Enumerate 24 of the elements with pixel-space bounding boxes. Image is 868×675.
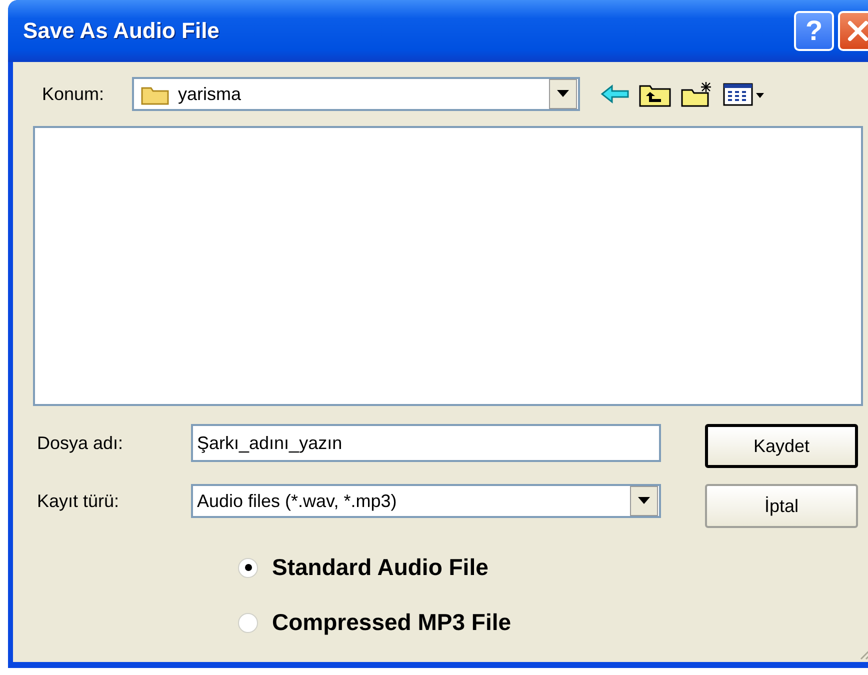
caret-icon bbox=[638, 497, 650, 505]
location-dropdown[interactable]: yarisma bbox=[132, 77, 580, 111]
radio-label[interactable]: Compressed MP3 File bbox=[272, 609, 512, 636]
view-menu-icon[interactable] bbox=[722, 81, 766, 107]
radio-button[interactable] bbox=[238, 558, 258, 578]
file-name-field[interactable]: Şarkı_adını_yazın bbox=[191, 424, 661, 462]
file-type-value: Audio files (*.wav, *.mp3) bbox=[197, 490, 398, 512]
dropdown-arrow-button[interactable] bbox=[549, 79, 577, 109]
back-arrow-icon[interactable] bbox=[600, 82, 630, 106]
save-button[interactable]: Kaydet bbox=[705, 424, 858, 468]
file-type-dropdown[interactable]: Audio files (*.wav, *.mp3) bbox=[191, 484, 661, 518]
window-title: Save As Audio File bbox=[23, 18, 220, 44]
new-folder-icon[interactable] bbox=[680, 80, 714, 108]
caret-icon bbox=[557, 90, 569, 98]
location-value: yarisma bbox=[178, 84, 242, 104]
close-icon bbox=[847, 20, 868, 42]
file-type-label: Kayıt türü: bbox=[37, 490, 120, 512]
location-label: Konum: bbox=[42, 84, 106, 104]
file-name-label: Dosya adı: bbox=[37, 432, 124, 454]
close-button[interactable] bbox=[838, 11, 868, 51]
cancel-button[interactable]: İptal bbox=[705, 484, 858, 528]
radio-button[interactable] bbox=[238, 612, 258, 632]
dropdown-arrow-button[interactable] bbox=[630, 486, 658, 516]
radio-label[interactable]: Standard Audio File bbox=[272, 554, 488, 581]
